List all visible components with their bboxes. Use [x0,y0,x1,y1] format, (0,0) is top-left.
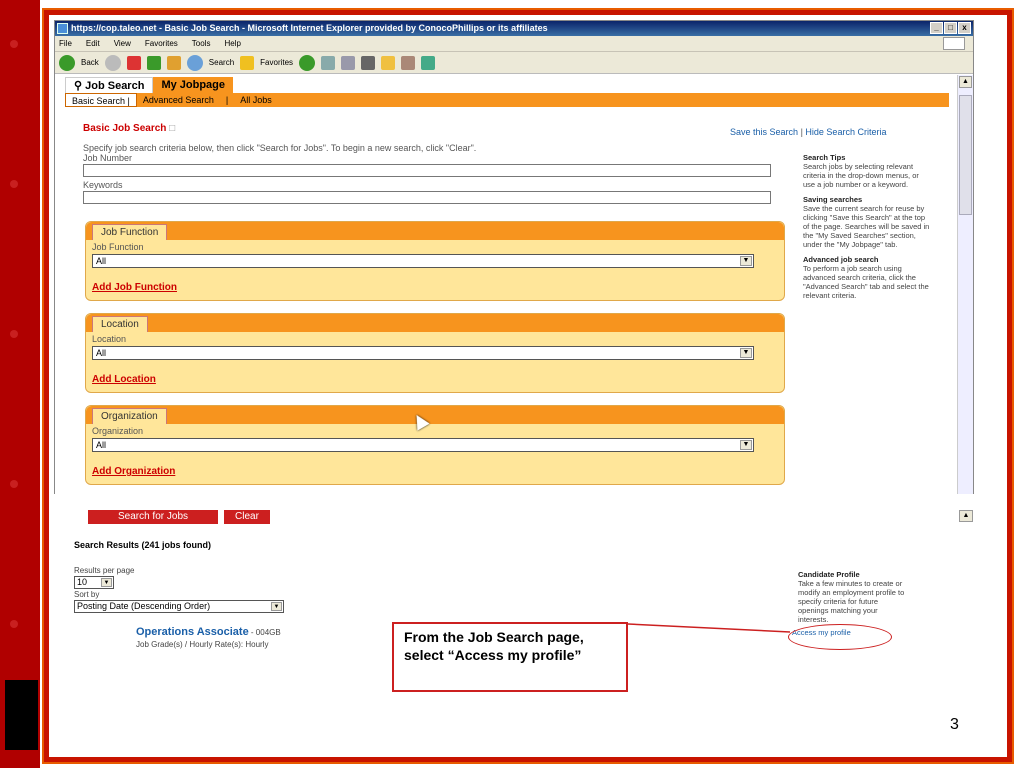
slide-number: 3 [950,716,959,733]
instruction-callout: From the Job Search page, select “Access… [392,622,628,692]
callout-line [627,623,791,633]
